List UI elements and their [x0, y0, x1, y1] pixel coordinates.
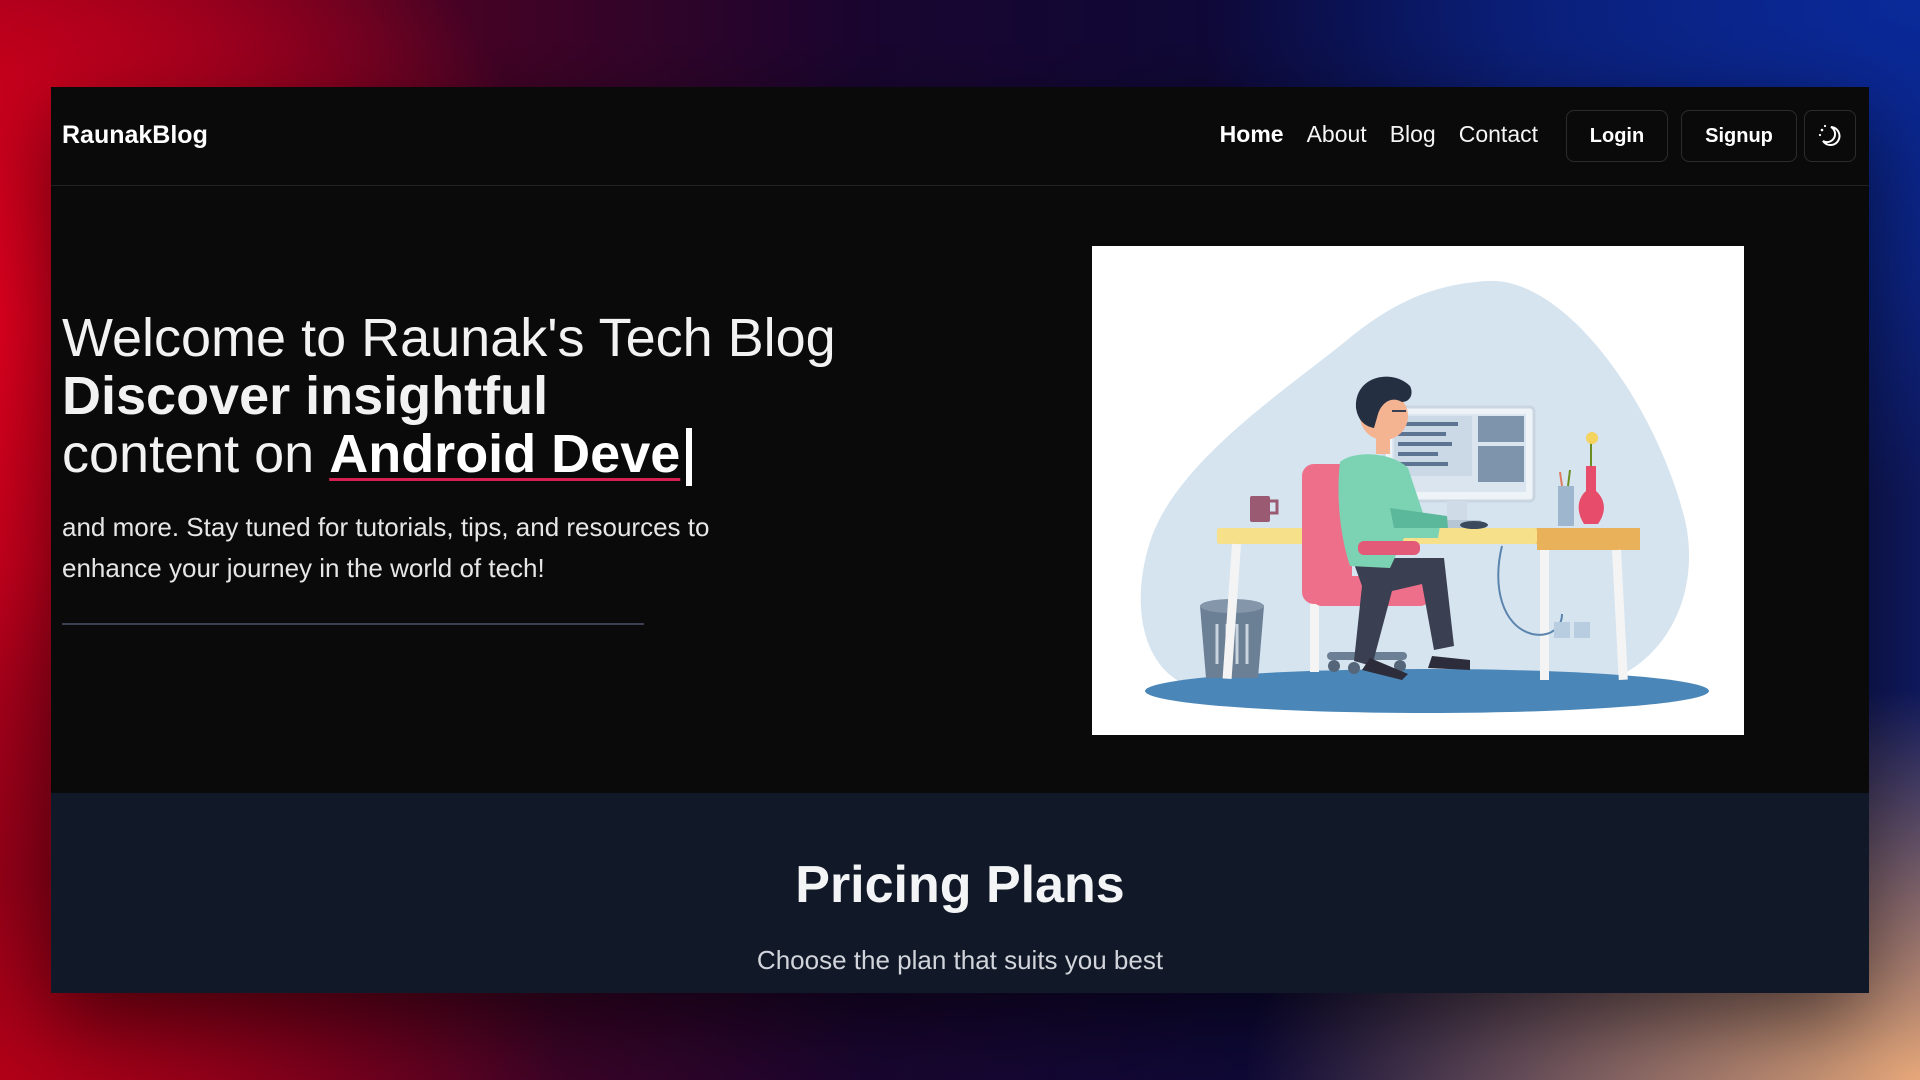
typing-caret — [686, 428, 693, 486]
hero-divider — [62, 623, 644, 625]
hero-description: and more. Stay tuned for tutorials, tips… — [62, 512, 710, 583]
hero-title-line3-prefix: content on — [62, 424, 330, 484]
browser-window: RaunakBlog Home About Blog Contact Login… — [51, 87, 1869, 993]
pricing-section: Pricing Plans Choose the plan that suits… — [51, 793, 1869, 993]
theme-toggle-button[interactable] — [1804, 110, 1856, 162]
nav-link-about[interactable]: About — [1307, 121, 1367, 148]
login-button[interactable]: Login — [1566, 110, 1668, 162]
nav-link-home[interactable]: Home — [1220, 121, 1284, 148]
moon-sun-icon — [1818, 124, 1841, 146]
pricing-subtitle: Choose the plan that suits you best — [756, 945, 1164, 975]
brand-logo[interactable]: RaunakBlog — [62, 121, 208, 150]
hero-title: Welcome to Raunak's Tech Blog Discover i… — [62, 309, 836, 486]
hero-illustration — [1092, 246, 1744, 735]
developer-at-desk-illustration — [1140, 280, 1709, 713]
nav-links: Home About Blog Contact — [1220, 121, 1538, 148]
hero-title-line2: Discover insightful — [62, 366, 549, 426]
navbar: RaunakBlog Home About Blog Contact Login… — [51, 87, 1869, 186]
pricing-title: Pricing Plans — [795, 856, 1125, 914]
nav-link-blog[interactable]: Blog — [1390, 121, 1436, 148]
signup-button[interactable]: Signup — [1681, 110, 1797, 162]
typed-text: Android Deve — [329, 424, 681, 484]
hero-title-line1: Welcome to Raunak's Tech Blog — [62, 308, 836, 368]
nav-link-contact[interactable]: Contact — [1459, 121, 1538, 148]
